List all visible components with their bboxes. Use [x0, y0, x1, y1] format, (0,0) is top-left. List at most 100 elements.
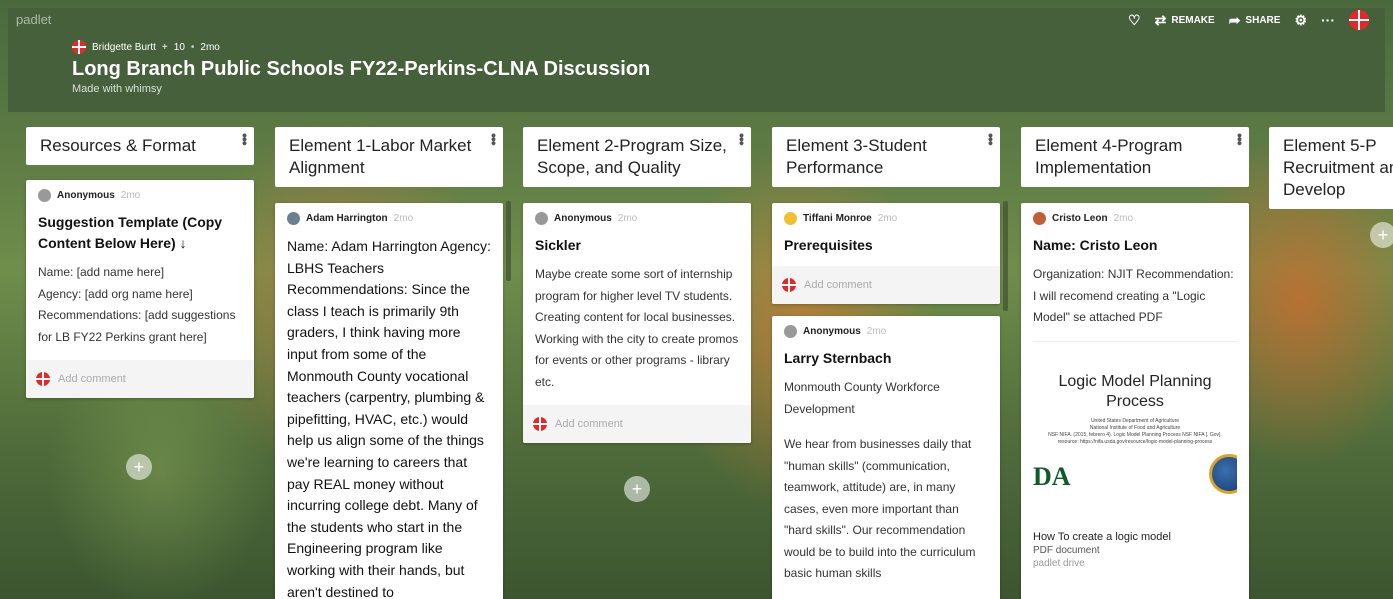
owner-name[interactable]: Bridgette Burtt — [92, 42, 156, 53]
post-body: Organization: NJIT Recommendation: I wil… — [1033, 267, 1234, 324]
pdf-doc-fineprint: United States Department of Agriculture … — [1033, 418, 1237, 446]
post-meta: Anonymous 2mo — [523, 203, 751, 225]
scrollbar[interactable] — [1003, 201, 1008, 311]
more-icon[interactable]: ··· — [1321, 12, 1335, 28]
add-post-button[interactable]: + — [126, 454, 152, 480]
column-header: Element 4-Program Implementation ••• — [1021, 127, 1249, 187]
attachment-name: How To create a logic model — [1033, 530, 1171, 543]
commenter-avatar — [782, 278, 796, 292]
post-body: Maybe create some sort of internship pro… — [535, 267, 739, 389]
post-card[interactable]: Adam Harrington 2mo Name: Adam Harringto… — [275, 203, 503, 599]
commenter-avatar — [36, 372, 50, 386]
kebab-menu-icon[interactable]: ••• — [734, 133, 750, 145]
column-resources: Resources & Format ••• Anonymous 2mo Sug… — [26, 127, 254, 398]
post-time: 2mo — [877, 213, 898, 224]
remake-button[interactable]: ⇄ REMAKE — [1155, 12, 1215, 29]
pdf-fineprint-line: resource: https://nifa.usda.gov/resource… — [1057, 438, 1213, 445]
post-author: Tiffani Monroe — [803, 213, 872, 224]
kebab-menu-icon[interactable]: ••• — [1232, 133, 1248, 145]
add-post-button[interactable]: + — [624, 476, 650, 502]
add-comment-button[interactable]: Add comment — [26, 360, 254, 398]
post-meta: Cristo Leon 2mo — [1021, 203, 1249, 225]
commenter-avatar — [533, 417, 547, 431]
column-element-2: Element 2-Program Size, Scope, and Quali… — [523, 127, 751, 443]
top-toolbar: ♡ ⇄ REMAKE ➦ SHARE ⚙ ··· — [1128, 10, 1369, 30]
column-element-4: Element 4-Program Implementation ••• Cri… — [1021, 127, 1249, 599]
share-label: SHARE — [1245, 14, 1281, 26]
post-title: Sickler — [535, 237, 581, 253]
pdf-fineprint-line: NSF NIFA. (2015, febrero 4). Logic Model… — [1048, 431, 1222, 438]
usda-logo: DA — [1033, 461, 1071, 491]
likes-count: 10 — [173, 41, 185, 53]
post-time: 2mo — [393, 213, 414, 224]
share-button[interactable]: ➦ SHARE — [1229, 12, 1281, 29]
gear-icon[interactable]: ⚙ — [1294, 12, 1307, 29]
post-line: Agency: [add org name here] — [38, 286, 193, 301]
column-header: Resources & Format ••• — [26, 127, 254, 165]
kebab-menu-icon[interactable]: ••• — [237, 133, 253, 145]
add-comment-label: Add comment — [804, 279, 872, 291]
pdf-attachment-meta[interactable]: How To create a logic model PDF document… — [1021, 523, 1249, 578]
attachment-source: padlet drive — [1033, 557, 1085, 569]
pdf-doc-title: Logic Model Planning Process — [1058, 372, 1212, 410]
post-card[interactable]: Tiffani Monroe 2mo Prerequisites Add com… — [772, 203, 1000, 304]
add-comment-button[interactable]: Add comment — [772, 266, 1000, 304]
column-element-3: Element 3-Student Performance ••• Tiffan… — [772, 127, 1008, 599]
column-header: Element 3-Student Performance ••• — [772, 127, 1000, 187]
column-header: Element 1-Labor Market Alignment ••• — [275, 127, 503, 187]
post-body: Monmouth County Workforce Development — [784, 380, 940, 416]
anonymous-avatar-icon — [535, 212, 548, 225]
post-title: Prerequisites — [784, 237, 873, 253]
separator: • — [190, 41, 195, 53]
post-card[interactable]: Cristo Leon 2mo Name: Cristo Leon Organi… — [1021, 203, 1249, 599]
column-element-5: Element 5-P Recruitment and Develop — [1269, 127, 1393, 209]
anonymous-avatar-icon — [38, 189, 51, 202]
post-title: Name: Cristo Leon — [1033, 237, 1158, 253]
share-icon: ➦ — [1228, 11, 1241, 28]
user-avatar[interactable] — [1349, 10, 1369, 30]
page-title: Long Branch Public Schools FY22-Perkins-… — [72, 58, 651, 80]
post-card[interactable]: Anonymous 2mo Sickler Maybe create some … — [523, 203, 751, 443]
column-header: Element 5-P Recruitment and Develop — [1269, 127, 1393, 209]
scrollbar[interactable] — [506, 201, 511, 281]
owner-avatar[interactable] — [72, 40, 86, 54]
pdf-fineprint-line: National Institute of Food and Agricultu… — [1089, 424, 1181, 431]
heart-icon[interactable]: ♡ — [1128, 12, 1141, 29]
column-title: Element 5-P Recruitment and Develop — [1283, 136, 1393, 199]
post-time: 2mo — [617, 213, 638, 224]
post-author: Cristo Leon — [1052, 213, 1108, 224]
post-body: Name: Adam Harrington Agency: LBHS Teach… — [287, 238, 491, 599]
nifa-globe-icon — [1209, 453, 1237, 494]
anonymous-avatar-icon — [784, 325, 797, 338]
page-subtitle: Made with whimsy — [72, 83, 162, 95]
post-time: 2mo — [120, 190, 141, 201]
add-comment-label: Add comment — [58, 373, 126, 385]
author-avatar — [784, 212, 797, 225]
pdf-attachment-preview[interactable]: Logic Model Planning Process United Stat… — [1033, 340, 1237, 523]
add-comment-button[interactable]: Add comment — [523, 405, 751, 443]
column-title: Element 3-Student Performance — [786, 136, 927, 177]
post-card[interactable]: Anonymous 2mo Larry Sternbach Monmouth C… — [772, 316, 1000, 599]
add-post-button[interactable]: + — [1370, 222, 1393, 248]
post-title: Larry Sternbach — [784, 350, 892, 366]
author-avatar — [287, 212, 300, 225]
brand-logo[interactable]: padlet — [16, 12, 51, 27]
column-title: Element 2-Program Size, Scope, and Quali… — [537, 136, 727, 177]
column-title: Resources & Format — [40, 136, 196, 155]
post-body: Name: [add name here] Agency: [add org n… — [26, 256, 254, 360]
post-line: Recommendations: [add suggestions for LB… — [38, 308, 236, 344]
column-header: Element 2-Program Size, Scope, and Quali… — [523, 127, 751, 187]
kebab-menu-icon[interactable]: ••• — [983, 133, 999, 145]
post-meta: Anonymous 2mo — [772, 316, 1000, 338]
post-card[interactable]: Anonymous 2mo Suggestion Template (Copy … — [26, 180, 254, 398]
column-title: Element 1-Labor Market Alignment — [289, 136, 472, 177]
owner-age: 2mo — [200, 41, 220, 53]
post-line: Name: [add name here] — [38, 265, 165, 279]
post-meta: Tiffani Monroe 2mo — [772, 203, 1000, 225]
post-time: 2mo — [866, 326, 887, 337]
kebab-menu-icon[interactable]: ••• — [486, 133, 502, 145]
post-author: Anonymous — [554, 213, 612, 224]
post-title: Suggestion Template (Copy Content Below … — [38, 214, 223, 251]
pdf-fineprint-line: United States Department of Agriculture — [1090, 417, 1180, 424]
post-author: Anonymous — [803, 326, 861, 337]
